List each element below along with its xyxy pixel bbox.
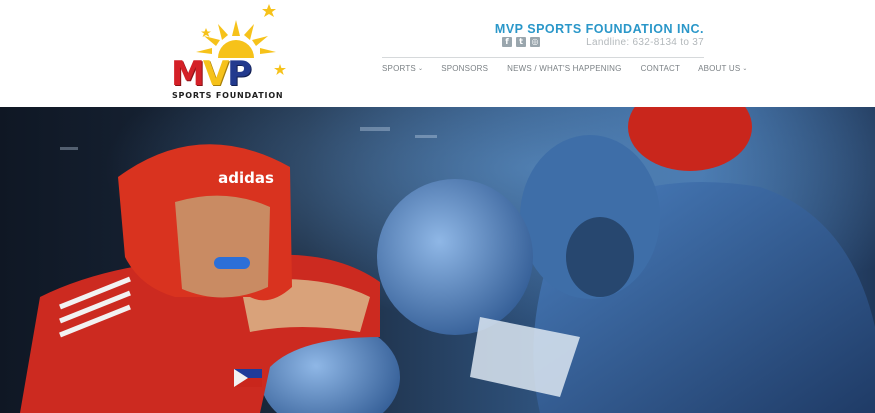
logo-letter-v: V xyxy=(202,54,229,94)
chevron-down-icon: ⌄ xyxy=(417,66,424,72)
nav-item-sports[interactable]: SPORTS ⌄ xyxy=(382,64,423,73)
logo-p-star-icon xyxy=(274,64,286,75)
logo-tagline: SPORTS FOUNDATION xyxy=(172,91,284,100)
blue-glove xyxy=(377,179,533,335)
nav-item-label: NEWS / WHAT'S HAPPENING xyxy=(507,64,622,73)
logo-letter-m: M xyxy=(171,54,205,94)
red-boxer-face xyxy=(175,195,270,298)
nav-item-label: ABOUT US xyxy=(698,64,741,73)
nav-item-label: SPONSORS xyxy=(441,64,489,73)
logo-letter-p: P xyxy=(227,54,252,94)
facebook-icon[interactable]: f xyxy=(502,37,512,47)
adidas-logo-text: adidas xyxy=(218,169,274,187)
nav-item-label: SPORTS xyxy=(382,64,416,73)
chevron-down-icon: ⌄ xyxy=(742,66,748,72)
nav-item-about-us[interactable]: ABOUT US ⌄ xyxy=(698,64,748,73)
nav-item-sponsors[interactable]: SPONSORS xyxy=(441,64,488,73)
organization-name: MVP SPORTS FOUNDATION INC. xyxy=(494,22,704,36)
mvp-logo[interactable]: MVP SPORTS FOUNDATION xyxy=(166,2,306,104)
nav-item-news[interactable]: NEWS / WHAT'S HAPPENING xyxy=(507,64,621,73)
main-nav: SPORTS ⌄ SPONSORS NEWS / WHAT'S HAPPENING… xyxy=(382,64,748,73)
logo-wordmark: MVP xyxy=(171,54,252,94)
twitter-icon[interactable]: t xyxy=(516,37,526,47)
site-header: MVP SPORTS FOUNDATION MVP SPORTS FOUNDAT… xyxy=(0,0,875,107)
nav-item-contact[interactable]: CONTACT xyxy=(641,64,680,73)
social-links: f t ◎ xyxy=(502,37,540,47)
nav-item-label: CONTACT xyxy=(640,64,681,73)
boxers-photo: adidas xyxy=(0,107,875,413)
landline-number: Landline: 632-8134 to 37 xyxy=(586,37,704,48)
hero-banner-image: adidas xyxy=(0,107,875,413)
instagram-icon[interactable]: ◎ xyxy=(530,37,540,47)
nav-divider xyxy=(382,57,704,58)
mouthguard xyxy=(214,257,250,269)
